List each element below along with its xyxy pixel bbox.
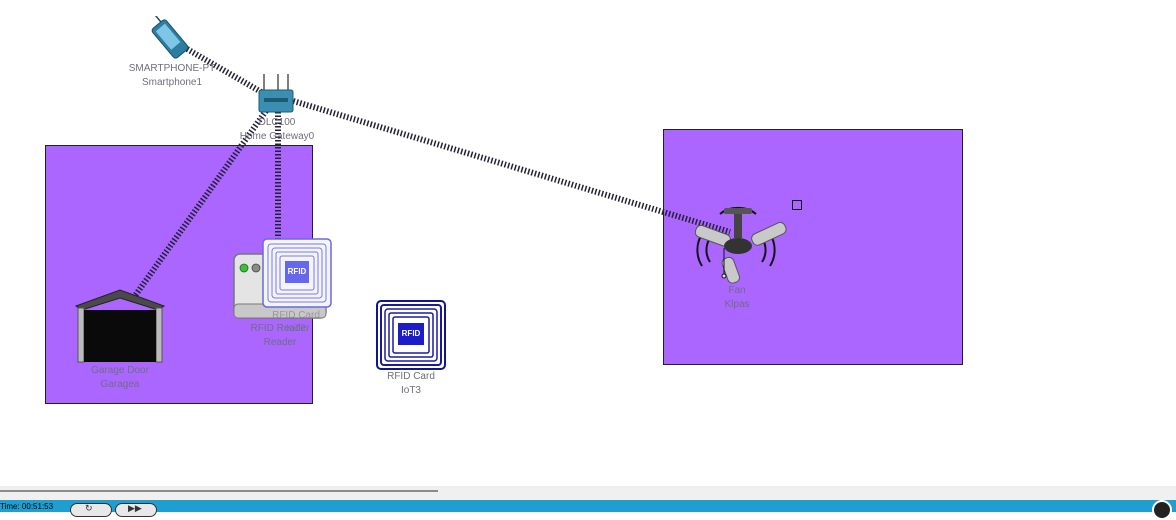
smartphone-device[interactable] <box>144 14 204 62</box>
rfid-card-device[interactable]: RFID <box>376 300 446 370</box>
cycle-icon: ↻ <box>85 503 93 513</box>
time-display: Time: 00:51:53 <box>0 502 54 511</box>
fan-selection-handle[interactable] <box>792 200 802 210</box>
power-cycle-button[interactable]: ↻ <box>70 503 112 517</box>
fan-model-label: Fan <box>728 285 746 296</box>
rfid-card-overlap-badge: RFID <box>287 267 307 276</box>
ceiling-fan-device[interactable] <box>680 200 796 284</box>
rfid-card-name-label: IoT3 <box>400 385 421 396</box>
fast-forward-icon: ▶▶ <box>128 503 142 513</box>
rfid-card-badge: RFID <box>401 329 421 338</box>
home-gateway-device[interactable] <box>256 72 296 116</box>
rfid-card-model-label: RFID Card <box>387 371 435 382</box>
garage-door-icon <box>74 289 166 363</box>
horizontal-scroll-track[interactable] <box>0 486 1176 500</box>
realtime-status-bar <box>0 500 1176 512</box>
help-button[interactable] <box>1152 500 1172 520</box>
smartphone-icon <box>151 14 189 59</box>
gateway-icon <box>258 74 294 113</box>
rfid-reader-name-label: Reader <box>263 337 297 348</box>
smartphone-name-label: Smartphone1 <box>141 77 203 88</box>
garage-name-label: Garagea <box>100 379 140 390</box>
fan-name-label: Klpas <box>724 299 750 310</box>
smartphone-model-label: SMARTPHONE-PT <box>128 63 216 74</box>
rfid-card-overlap-model-label: RFID Card <box>272 310 320 321</box>
rfid-card-overlap-name-label: IoT2 <box>285 323 306 334</box>
rfid-card-overlap-device[interactable]: RFID <box>262 238 332 308</box>
link-gateway-fan <box>289 97 731 235</box>
fan-icon <box>694 206 787 284</box>
gateway-name-label: Home Gateway0 <box>239 131 315 142</box>
garage-door-device[interactable] <box>74 288 166 364</box>
fast-forward-button[interactable]: ▶▶ <box>115 503 157 517</box>
gateway-model-label: DLC100 <box>258 117 296 128</box>
garage-model-label: Garage Door <box>91 365 149 376</box>
workspace-canvas[interactable]: SMARTPHONE-PT Smartphone1 DLC100 Home Ga… <box>0 0 1176 512</box>
horizontal-scroll-thumb[interactable] <box>0 490 438 492</box>
